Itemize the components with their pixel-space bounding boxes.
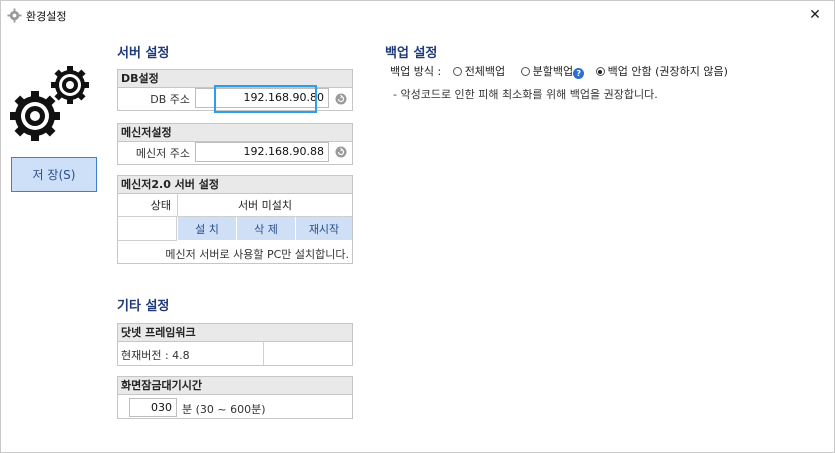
screen-lock-header: 화면잠금대기시간 xyxy=(118,377,352,395)
dotnet-header: 닷넷 프레임워크 xyxy=(118,324,352,342)
settings-gear-icon xyxy=(7,8,22,23)
backup-note: - 악성코드로 인한 피해 최소화를 위해 백업을 권장합니다. xyxy=(393,88,658,101)
empty-cell xyxy=(118,217,177,241)
messenger-refresh-icon[interactable] xyxy=(335,146,347,158)
status-value: 서버 미설치 xyxy=(177,194,352,217)
db-refresh-icon[interactable] xyxy=(335,93,347,105)
radio-split-backup[interactable] xyxy=(520,67,530,76)
db-address-label: DB 주소 xyxy=(150,93,190,106)
screen-lock-unit: 분 (30 ~ 600분) xyxy=(182,403,266,416)
delete-button[interactable]: 삭 제 xyxy=(236,217,295,240)
backup-option-full[interactable]: 전체백업 xyxy=(452,65,506,78)
close-icon: ✕ xyxy=(809,7,821,23)
split-backup-label: 분할백업 xyxy=(532,65,574,78)
title-bar: 환경설정 ✕ xyxy=(0,0,835,30)
server-settings-title: 서버 설정 xyxy=(117,46,170,61)
messenger-address-input[interactable]: 192.168.90.88 xyxy=(195,142,329,162)
save-button[interactable]: 저 장(S) xyxy=(11,157,97,192)
backup-mode-row: 백업 방식 : 전체백업 분할백업? 백업 안함 (권장하지 않음) xyxy=(390,63,728,79)
full-backup-label: 전체백업 xyxy=(464,65,506,78)
close-button[interactable]: ✕ xyxy=(795,0,835,30)
messenger-settings-header: 메신저설정 xyxy=(118,124,352,142)
radio-full-backup[interactable] xyxy=(452,67,462,76)
no-backup-label: 백업 안함 (권장하지 않음) xyxy=(607,65,728,78)
dotnet-current-version: 현재버전 : 4.8 xyxy=(121,349,190,362)
gears-icon xyxy=(10,66,89,141)
dotnet-divider xyxy=(263,342,264,365)
screen-lock-input[interactable]: 030 xyxy=(129,398,177,417)
status-label: 상태 xyxy=(118,194,177,217)
window-title: 환경설정 xyxy=(26,10,67,23)
db-address-highlight xyxy=(214,85,317,113)
backup-option-split[interactable]: 분할백업 xyxy=(520,65,574,78)
other-settings-title: 기타 설정 xyxy=(117,299,170,314)
messenger2-settings-box: 메신저2.0 서버 설정 상태 서버 미설치 설 치 삭 제 재시작 메신저 서… xyxy=(117,175,353,264)
radio-no-backup[interactable] xyxy=(595,67,605,76)
messenger2-note: 메신저 서버로 사용할 PC만 설치합니다. xyxy=(165,248,349,261)
restart-button[interactable]: 재시작 xyxy=(295,217,352,240)
messenger2-settings-header: 메신저2.0 서버 설정 xyxy=(118,176,352,194)
install-button[interactable]: 설 치 xyxy=(177,217,236,240)
messenger-address-label: 메신저 주소 xyxy=(135,147,190,160)
dotnet-box: 닷넷 프레임워크 현재버전 : 4.8 xyxy=(117,323,353,366)
backup-option-none[interactable]: 백업 안함 (권장하지 않음) xyxy=(595,65,728,78)
help-icon[interactable]: ? xyxy=(573,68,585,79)
backup-mode-label: 백업 방식 : xyxy=(390,65,442,78)
backup-settings-title: 백업 설정 xyxy=(385,46,438,61)
